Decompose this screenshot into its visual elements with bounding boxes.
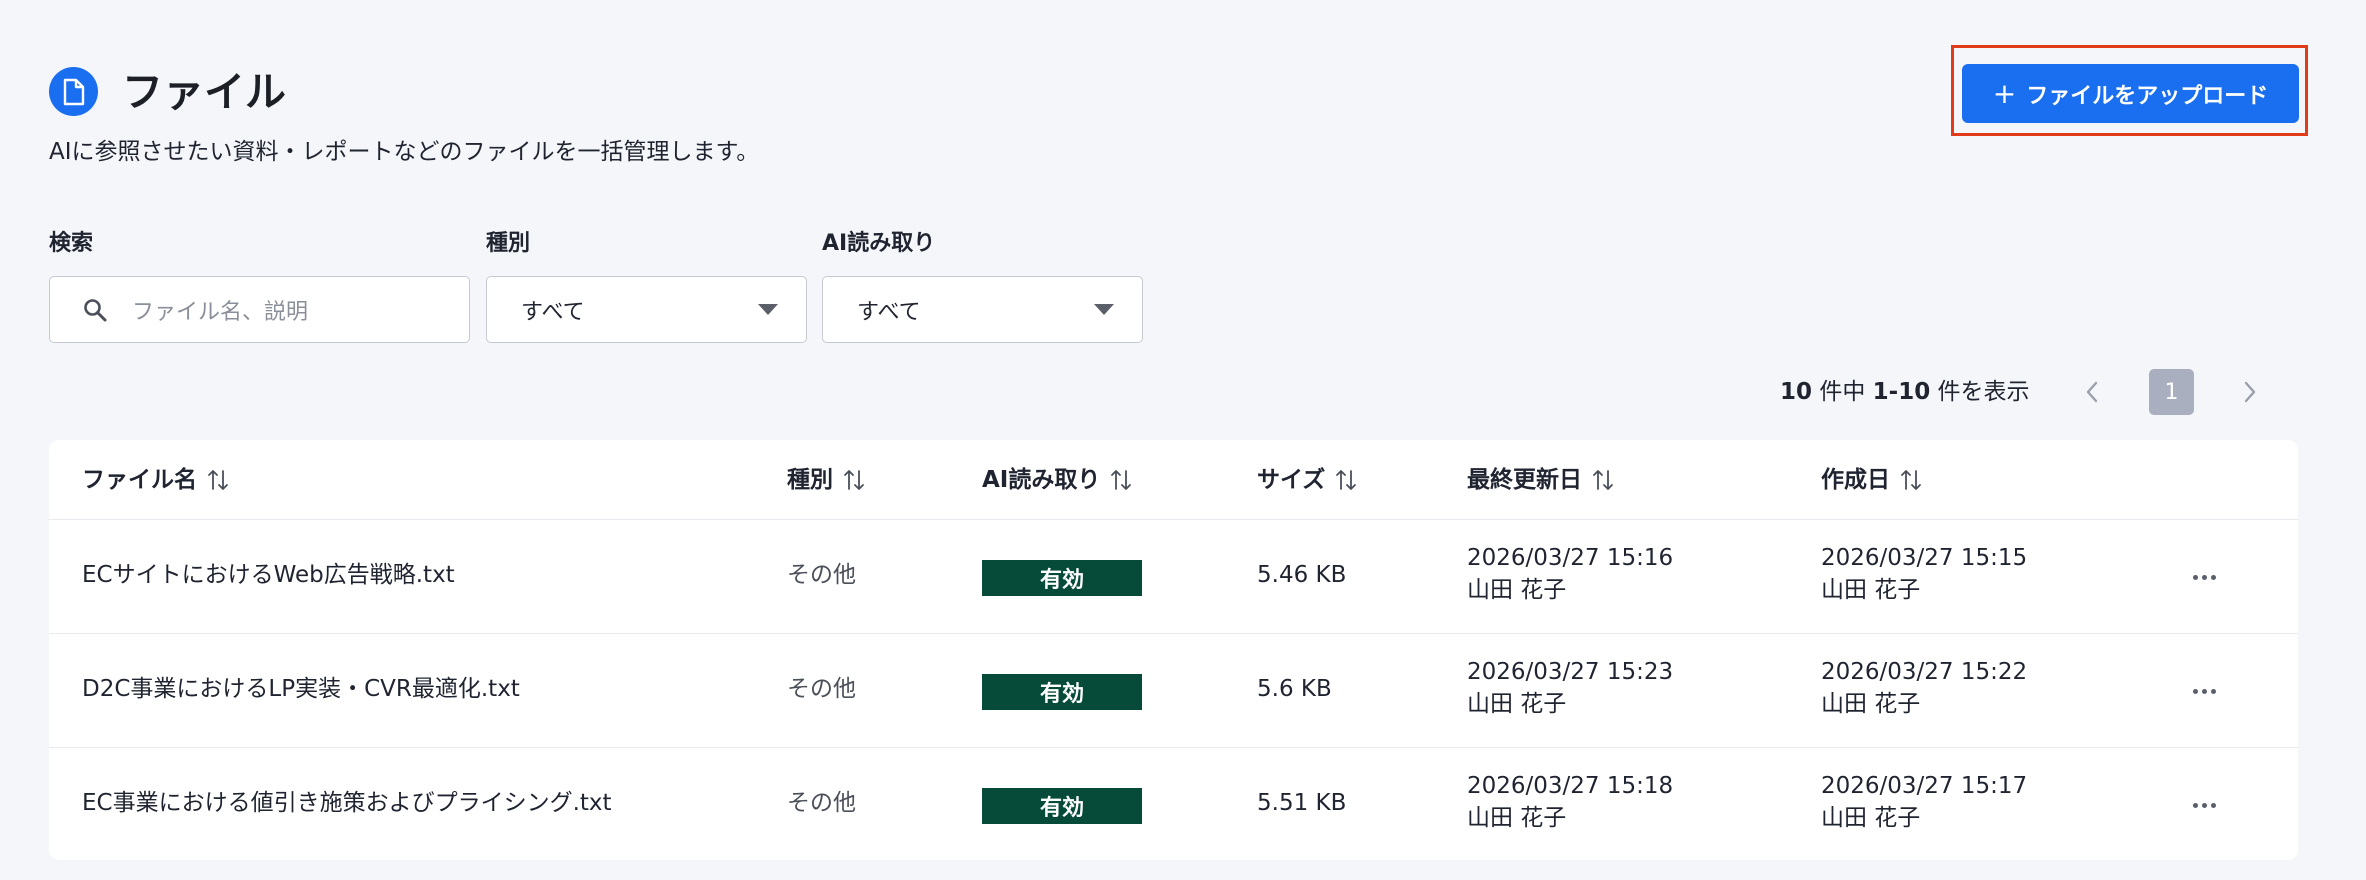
more-options-icon[interactable] <box>2184 561 2224 593</box>
caret-down-icon <box>1094 304 1114 315</box>
result-count: 10 件中 1-10 件を表示 <box>1780 379 2030 405</box>
page-number-current[interactable]: 1 <box>2149 369 2194 415</box>
updated-date: 2026/03/27 15:23 <box>1467 659 1674 685</box>
column-header-type[interactable]: 種別 <box>787 462 867 498</box>
type-filter-label: 種別 <box>486 231 531 256</box>
plus-icon: + <box>1992 76 2017 110</box>
upload-file-button[interactable]: + ファイルをアップロード <box>1962 64 2299 123</box>
column-header-updated[interactable]: 最終更新日 <box>1467 462 1616 498</box>
updated-by: 山田 花子 <box>1467 805 1567 831</box>
sort-icon <box>1592 466 1616 494</box>
updated-date: 2026/03/27 15:18 <box>1467 773 1674 799</box>
chevron-left-icon[interactable] <box>2076 376 2108 408</box>
more-options-icon[interactable] <box>2184 675 2224 707</box>
created-by: 山田 花子 <box>1821 805 1921 831</box>
sort-icon <box>1110 466 1134 494</box>
type-select[interactable]: すべて <box>486 276 807 343</box>
column-header-ai-read[interactable]: AI読み取り <box>982 462 1134 498</box>
file-size: 5.6 KB <box>1257 676 1332 702</box>
more-options-icon[interactable] <box>2184 789 2224 821</box>
file-name[interactable]: EC事業における値引き施策およびプライシング.txt <box>82 787 612 819</box>
table-header: ファイル名 種別 AI読み取り サイズ 最終更新日 作成日 <box>49 440 2298 520</box>
files-table: ファイル名 種別 AI読み取り サイズ 最終更新日 作成日 ECサイトにおけるW… <box>49 440 2298 860</box>
column-header-created[interactable]: 作成日 <box>1821 462 1924 498</box>
type-select-value: すべて <box>521 299 585 325</box>
file-type: その他 <box>787 790 856 816</box>
ai-filter-label: AI読み取り <box>822 231 936 256</box>
created-date: 2026/03/27 15:22 <box>1821 659 2028 685</box>
table-row[interactable]: D2C事業におけるLP実装・CVR最適化.txt その他 有効 5.6 KB 2… <box>49 634 2298 748</box>
caret-down-icon <box>758 304 778 315</box>
chevron-right-icon[interactable] <box>2234 376 2266 408</box>
column-header-size[interactable]: サイズ <box>1257 462 1359 498</box>
file-name[interactable]: ECサイトにおけるWeb広告戦略.txt <box>82 559 455 591</box>
search-label: 検索 <box>49 231 94 256</box>
updated-date: 2026/03/27 15:16 <box>1467 545 1674 571</box>
search-icon <box>82 295 112 325</box>
column-header-file-name[interactable]: ファイル名 <box>82 462 231 498</box>
created-by: 山田 花子 <box>1821 691 1921 717</box>
sort-icon <box>207 466 231 494</box>
created-date: 2026/03/27 15:15 <box>1821 545 2028 571</box>
page-subtitle: AIに参照させたい資料・レポートなどのファイルを一括管理します。 <box>49 139 760 165</box>
table-row[interactable]: ECサイトにおけるWeb広告戦略.txt その他 有効 5.46 KB 2026… <box>49 520 2298 634</box>
created-date: 2026/03/27 15:17 <box>1821 773 2028 799</box>
created-by: 山田 花子 <box>1821 577 1921 603</box>
updated-by: 山田 花子 <box>1467 577 1567 603</box>
document-icon <box>49 67 98 116</box>
file-size: 5.46 KB <box>1257 562 1347 588</box>
ai-select-value: すべて <box>857 299 921 325</box>
search-input[interactable]: ファイル名、説明 <box>49 276 470 343</box>
page-title: ファイル <box>122 68 286 116</box>
file-size: 5.51 KB <box>1257 790 1347 816</box>
files-page: ファイル AIに参照させたい資料・レポートなどのファイルを一括管理します。 + … <box>0 0 2366 880</box>
ai-status-badge: 有効 <box>982 560 1142 596</box>
sort-icon <box>1335 466 1359 494</box>
sort-icon <box>1900 466 1924 494</box>
table-row[interactable]: EC事業における値引き施策およびプライシング.txt その他 有効 5.51 K… <box>49 748 2298 860</box>
file-type: その他 <box>787 562 856 588</box>
search-placeholder: ファイル名、説明 <box>132 299 309 325</box>
updated-by: 山田 花子 <box>1467 691 1567 717</box>
ai-read-select[interactable]: すべて <box>822 276 1143 343</box>
file-name[interactable]: D2C事業におけるLP実装・CVR最適化.txt <box>82 673 520 705</box>
upload-button-label: ファイルをアップロード <box>2026 83 2269 109</box>
ai-status-badge: 有効 <box>982 788 1142 824</box>
ai-status-badge: 有効 <box>982 674 1142 710</box>
file-type: その他 <box>787 676 856 702</box>
sort-icon <box>843 466 867 494</box>
